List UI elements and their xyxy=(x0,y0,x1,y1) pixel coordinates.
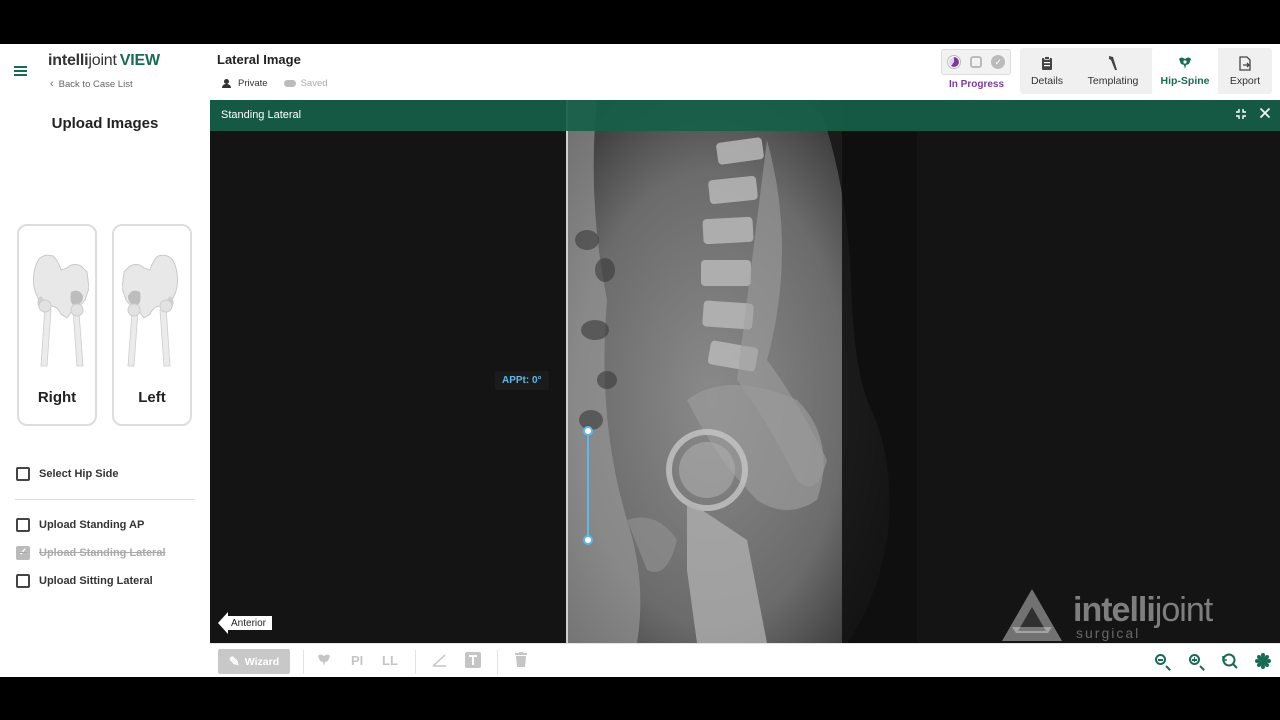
collapse-icon[interactable] xyxy=(1235,107,1247,123)
tab-templating[interactable]: Templating xyxy=(1074,48,1152,94)
pelvis-left-icon xyxy=(122,254,179,367)
wizard-button-label: Wizard xyxy=(244,655,280,668)
brand-logo-bold: intelli xyxy=(48,52,89,69)
clipboard-icon xyxy=(1039,55,1055,71)
save-status: Saved xyxy=(283,78,328,89)
checkbox-icon[interactable] xyxy=(16,574,30,588)
watermark-light: joint xyxy=(1154,591,1213,629)
trash-icon[interactable] xyxy=(515,652,527,670)
angle-icon[interactable] xyxy=(431,653,447,670)
logo-mark-icon xyxy=(1002,589,1062,641)
image-edge xyxy=(566,100,568,643)
tab-export[interactable]: Export xyxy=(1218,48,1272,94)
brand-logo: intellijoint VIEW xyxy=(48,52,160,70)
sidebar: Upload Images Right Left Select Hip Side… xyxy=(0,100,210,677)
image-viewer[interactable]: Standing Lateral APPt: 0° Anterior intel… xyxy=(210,100,1280,643)
zoom-reset-icon[interactable] xyxy=(1221,652,1239,670)
checklist-item-select-hip-side[interactable]: Select Hip Side xyxy=(16,467,118,481)
toolbar-divider xyxy=(415,650,416,674)
zoom-out-icon[interactable] xyxy=(1153,652,1171,670)
person-icon xyxy=(222,79,231,88)
app-window: intellijoint VIEW ‹ Back to Case List Late… xyxy=(0,44,1280,677)
xray-graphic xyxy=(567,100,917,643)
toolbar-divider xyxy=(303,650,304,674)
tab-templating-label: Templating xyxy=(1087,75,1139,87)
export-icon xyxy=(1237,55,1253,71)
wizard-button[interactable]: ✎ Wizard xyxy=(218,649,290,674)
chevron-left-icon: ‹ xyxy=(50,78,54,90)
xray-image xyxy=(567,100,917,643)
anterior-text: Anterior xyxy=(228,616,273,630)
in-progress-status-icon[interactable] xyxy=(946,55,961,69)
privacy-label: Private xyxy=(238,78,268,89)
checkbox-icon[interactable] xyxy=(16,467,30,481)
bottom-toolbar: ✎ Wizard PI LL xyxy=(210,643,1280,677)
checklist-item-upload-standing-ap[interactable]: Upload Standing AP xyxy=(16,518,144,532)
review-status-icon[interactable] xyxy=(969,56,982,68)
magic-wand-icon: ✎ xyxy=(228,653,240,669)
checkbox-checked-icon[interactable]: ✓ xyxy=(16,546,30,560)
pi-tool-button[interactable]: PI xyxy=(351,653,363,668)
tab-hip-spine-label: Hip-Spine xyxy=(1160,75,1210,87)
viewer-header: Standing Lateral xyxy=(210,100,1280,131)
hip-side-left-card[interactable]: Left xyxy=(112,224,192,426)
appt-measurement-label[interactable]: APPt: 0° xyxy=(495,371,549,390)
divider xyxy=(15,499,195,500)
hip-side-left-label: Left xyxy=(138,389,166,406)
text-tool-icon[interactable] xyxy=(465,652,481,671)
stem-icon xyxy=(1105,55,1121,71)
sidebar-title: Upload Images xyxy=(51,115,159,132)
checkbox-icon[interactable] xyxy=(16,518,30,532)
brand-logo-light: joint xyxy=(88,52,117,69)
checklist-item-upload-standing-lateral[interactable]: ✓ Upload Standing Lateral xyxy=(16,546,166,560)
app-header: intellijoint VIEW ‹ Back to Case List Late… xyxy=(0,44,1280,100)
hip-spine-icon xyxy=(1177,55,1193,71)
tab-bar: Details Templating Hip-Spine Export xyxy=(1020,48,1272,94)
checklist-item-upload-sitting-lateral[interactable]: Upload Sitting Lateral xyxy=(16,574,153,588)
hip-tool-icon[interactable] xyxy=(316,652,332,671)
save-status-label: Saved xyxy=(300,78,328,89)
viewer-title: Standing Lateral xyxy=(221,109,302,121)
checklist-label: Upload Sitting Lateral xyxy=(39,575,153,587)
status-label: In Progress xyxy=(949,79,1005,90)
watermark-sub: surgical xyxy=(1076,625,1141,641)
cloud-icon xyxy=(283,80,296,87)
tab-details-label: Details xyxy=(1030,75,1064,87)
brightness-icon[interactable] xyxy=(1254,652,1272,670)
watermark-bold: intelli xyxy=(1073,591,1156,629)
back-to-case-list-link[interactable]: ‹ Back to Case List xyxy=(50,78,133,90)
checklist-label: Select Hip Side xyxy=(39,468,119,480)
ll-tool-button[interactable]: LL xyxy=(382,653,398,668)
tab-export-label: Export xyxy=(1229,75,1261,87)
tab-hip-spine[interactable]: Hip-Spine xyxy=(1152,48,1218,94)
checklist-label: Upload Standing AP xyxy=(39,519,145,531)
back-link-label: Back to Case List xyxy=(58,79,133,90)
hip-side-right-card[interactable]: Right xyxy=(17,224,97,426)
doc-meta: Private Saved xyxy=(222,78,328,89)
anterior-orientation-label: Anterior xyxy=(218,612,273,634)
zoom-in-icon[interactable] xyxy=(1187,652,1205,670)
page-title: Lateral Image xyxy=(217,52,301,67)
hip-side-right-label: Right xyxy=(37,389,77,406)
checklist-label: Upload Standing Lateral xyxy=(39,547,166,559)
intellijoint-surgical-watermark: intellijoint surgical xyxy=(1000,587,1260,643)
tab-details[interactable]: Details xyxy=(1020,48,1074,94)
pelvis-right-icon xyxy=(32,254,89,367)
complete-status-icon[interactable]: ✓ xyxy=(991,55,1006,69)
menu-icon[interactable] xyxy=(14,66,27,76)
brand-logo-view: VIEW xyxy=(119,52,160,69)
status-stepper: ✓ xyxy=(941,49,1011,75)
close-icon[interactable] xyxy=(1259,106,1271,122)
toolbar-divider xyxy=(497,650,498,674)
arrow-left-icon xyxy=(218,612,228,634)
